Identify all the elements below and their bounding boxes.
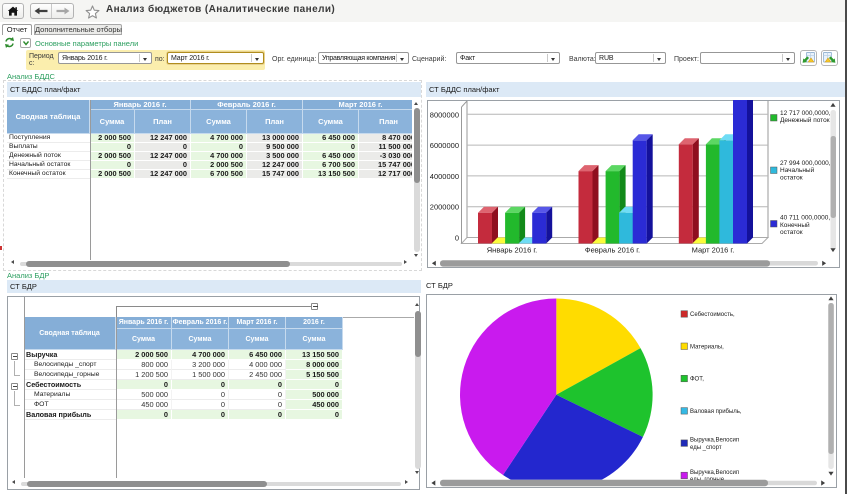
svg-text:40 711 000,0000,: 40 711 000,0000, [780,215,830,222]
svg-text:Февраль 2016 г.: Февраль 2016 г. [585,246,640,255]
svg-text:Конечный: Конечный [780,221,810,229]
svg-text:Март 2016 г.: Март 2016 г. [692,246,735,255]
svg-text:Начальный: Начальный [780,166,815,174]
svg-text:Выручка,Велосип: Выручка,Велосип [690,470,739,476]
svg-text:2000000: 2000000 [430,203,459,212]
svg-text:ФОТ,: ФОТ, [690,377,704,383]
svg-text:Валовая прибыль,: Валовая прибыль, [690,409,742,415]
svg-text:Денежный поток: Денежный поток [780,116,830,124]
svg-text:Выручка,Велосип: Выручка,Велосип [690,438,739,444]
svg-text:Себестоимость,: Себестоимость, [690,312,735,318]
svg-text:Январь 2016 г.: Январь 2016 г. [487,246,537,255]
svg-text:4000000: 4000000 [430,172,459,181]
svg-text:12 717 000,0000,: 12 717 000,0000, [780,110,831,117]
svg-text:остаток: остаток [780,229,803,236]
svg-text:0: 0 [455,234,459,243]
svg-text:27 994 000,0000,: 27 994 000,0000, [780,160,831,167]
svg-text:еды _спорт: еды _спорт [690,445,722,451]
svg-text:8000000: 8000000 [430,110,459,119]
svg-text:Материалы,: Материалы, [690,344,724,350]
svg-text:остаток: остаток [780,175,803,182]
svg-text:6000000: 6000000 [430,141,459,150]
